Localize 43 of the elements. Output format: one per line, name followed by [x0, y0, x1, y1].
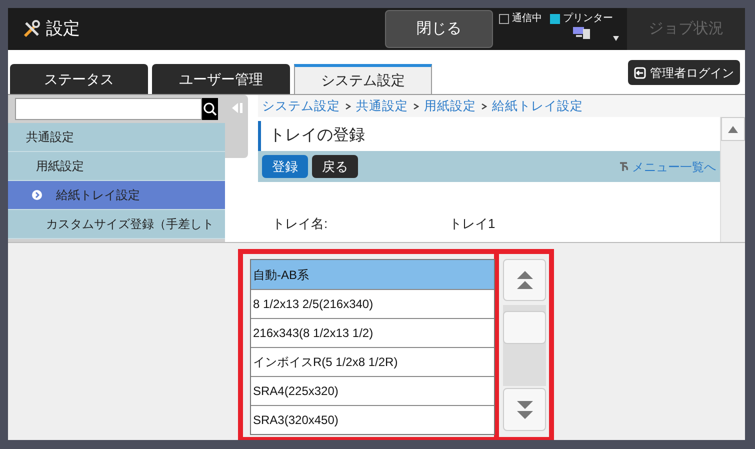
breadcrumb-link[interactable]: 共通設定 [356, 96, 408, 116]
sidebar-item[interactable]: カスタムサイズ登録（手差しト [8, 210, 225, 239]
breadcrumb-link[interactable]: 給紙トレイ設定 [492, 96, 583, 116]
return-icon [619, 161, 629, 172]
sidebar-item[interactable]: 共通設定 [8, 123, 225, 152]
tab[interactable]: ステータス [10, 64, 148, 94]
double-down-arrow-icon [516, 400, 532, 418]
chevron-icon [481, 102, 487, 110]
admin-login-button[interactable]: 管理者ログイン [628, 60, 740, 85]
list-option[interactable]: 自動-AB系 [251, 260, 494, 289]
toolbar-button[interactable]: 戻る [312, 155, 358, 178]
scroll-up-button[interactable] [721, 117, 745, 141]
tab[interactable]: ユーザー管理 [152, 64, 290, 94]
collapse-icon [230, 101, 244, 115]
chevron-icon [345, 102, 351, 110]
sidebar-item[interactable]: 用紙設定 [8, 152, 225, 181]
double-up-arrow-icon [516, 271, 532, 289]
search-icon [203, 102, 217, 116]
printer-icon[interactable] [573, 26, 591, 40]
dropdown-caret-icon[interactable] [613, 36, 619, 41]
sidebar-item[interactable]: 給紙トレイ設定 [8, 181, 225, 210]
field-label: トレイ名: [272, 215, 329, 233]
login-icon [634, 66, 646, 78]
search-field[interactable] [15, 98, 202, 120]
app-title: 設定 [46, 18, 80, 40]
breadcrumb-link[interactable]: 用紙設定 [424, 96, 476, 116]
status-label: プリンター [563, 12, 613, 26]
page-title: トレイの登録 [269, 126, 365, 146]
status-label: 通信中 [512, 12, 542, 26]
breadcrumb-link[interactable]: システム設定 [262, 96, 340, 116]
sidebar-item-label: 給紙トレイ設定 [56, 187, 140, 204]
scroll-top-button[interactable] [503, 259, 546, 301]
up-arrow-icon [728, 126, 738, 132]
tools-icon [22, 19, 42, 39]
tab[interactable]: システム設定 [294, 64, 432, 94]
field-value: トレイ1 [449, 215, 496, 233]
scroll-thumb[interactable] [503, 311, 546, 344]
scroll-bottom-button[interactable] [503, 388, 546, 431]
toolbar-button[interactable]: 登録 [262, 155, 308, 178]
search-button[interactable] [202, 98, 218, 120]
close-button[interactable]: 閉じる [385, 10, 493, 48]
current-item-icon [32, 190, 42, 200]
chevron-icon [413, 102, 419, 110]
